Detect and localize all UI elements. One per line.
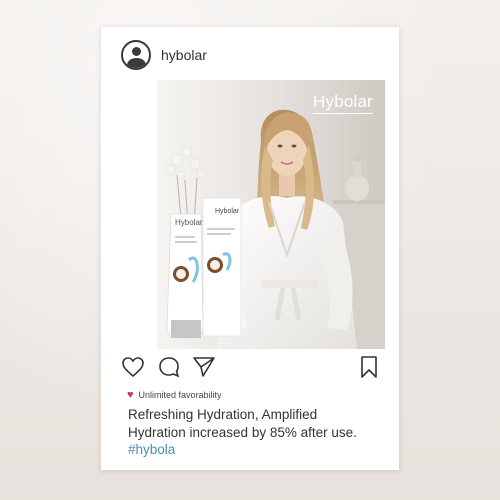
social-post-card: hybolar Hybolar Hybolar Hybolar ♥ Unlimi… bbox=[101, 27, 399, 470]
heart-outline-icon[interactable] bbox=[121, 355, 145, 379]
hashtag-link[interactable]: #hybola bbox=[128, 441, 388, 459]
comment-icon[interactable] bbox=[157, 355, 181, 379]
user-circle-icon[interactable] bbox=[121, 40, 151, 70]
bookmark-icon[interactable] bbox=[357, 355, 381, 379]
tube-brand-text: Hybolar bbox=[175, 218, 203, 227]
box-brand-text: Hybolar bbox=[215, 208, 240, 215]
post-header: hybolar bbox=[121, 39, 207, 71]
send-icon[interactable] bbox=[192, 355, 216, 379]
favorability-row: ♥ Unlimited favorability bbox=[127, 389, 222, 401]
caption-line-1: Refreshing Hydration, Amplified bbox=[128, 407, 318, 422]
post-caption: Refreshing Hydration, Amplified Hydratio… bbox=[128, 406, 388, 459]
post-photo-illustration: Hybolar Hybolar bbox=[157, 80, 385, 349]
heart-filled-icon: ♥ bbox=[127, 389, 134, 401]
favorability-label: Unlimited favorability bbox=[138, 390, 222, 400]
username[interactable]: hybolar bbox=[161, 47, 207, 63]
post-image: Hybolar Hybolar Hybolar bbox=[157, 80, 385, 349]
caption-line-2: Hydration increased by 85% after use. bbox=[128, 424, 357, 440]
brand-logo-text: Hybolar bbox=[313, 92, 373, 114]
post-actions bbox=[121, 355, 381, 381]
